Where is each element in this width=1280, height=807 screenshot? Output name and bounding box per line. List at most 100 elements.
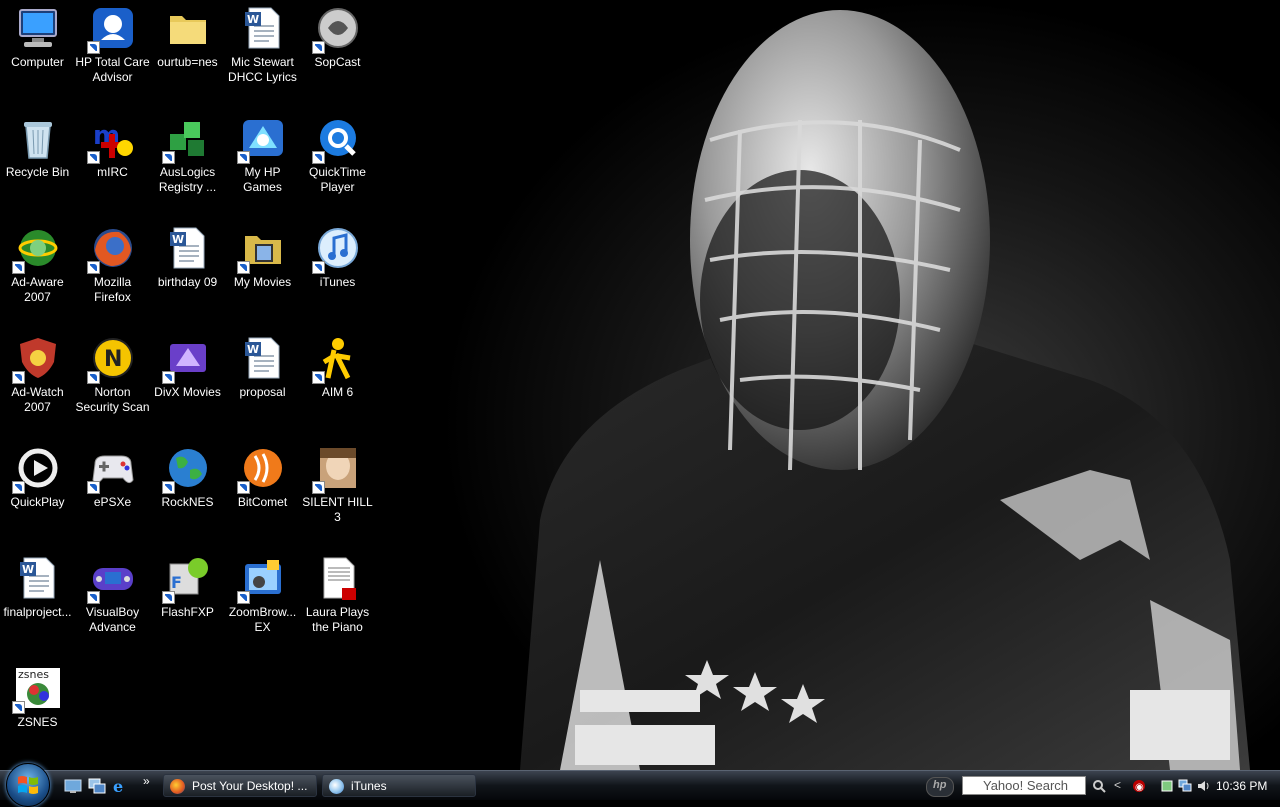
desktop-icon-visualboy-advance[interactable]: VisualBoy Advance <box>75 552 150 635</box>
desktop-icon-quicktime-player[interactable]: QuickTime Player <box>300 112 375 195</box>
yahoo-search-box[interactable]: Yahoo! Search <box>962 776 1086 795</box>
task-label: Post Your Desktop! ... <box>192 779 308 793</box>
shortcut-arrow-icon <box>311 481 325 494</box>
desktop-icon-hp-total-care-advisor[interactable]: HP Total Care Advisor <box>75 2 150 85</box>
shortcut-arrow-icon <box>161 481 175 494</box>
search-icon[interactable] <box>1092 779 1106 793</box>
mirc-icon: m <box>86 114 137 164</box>
desktop-icon-norton-security-scan[interactable]: N Norton Security Scan <box>75 332 150 415</box>
firefox-icon <box>170 779 185 794</box>
task-button-firefox[interactable]: Post Your Desktop! ... <box>163 774 317 797</box>
silent-hill-icon <box>311 444 362 494</box>
zoombrowser-icon <box>236 554 287 604</box>
shortcut-arrow-icon <box>11 481 25 494</box>
desktop-icon-zsnes[interactable]: zsnes ZSNES <box>0 662 75 730</box>
sopcast-icon <box>311 4 362 54</box>
svg-text:e: e <box>113 778 123 794</box>
desktop-icon-label: Ad-Watch 2007 <box>11 385 64 414</box>
desktop-icon-birthday-09[interactable]: Wbirthday 09 <box>150 222 225 290</box>
quick-launch-more-button[interactable]: » <box>143 774 161 790</box>
aim-icon <box>311 334 362 384</box>
shortcut-arrow-icon <box>311 41 325 54</box>
visualboy-icon <box>86 554 137 604</box>
desktop-icon-aim-6[interactable]: AIM 6 <box>300 332 375 400</box>
desktop-icon-divx-movies[interactable]: DivX Movies <box>150 332 225 400</box>
desktop-icon-proposal[interactable]: Wproposal <box>225 332 300 400</box>
shortcut-arrow-icon <box>311 371 325 384</box>
desktop-icon-label: My HP Games <box>243 165 282 194</box>
svg-text:W: W <box>22 563 34 576</box>
tray-expand-icon[interactable]: < <box>1114 778 1128 792</box>
desktop-icon-quickplay[interactable]: QuickPlay <box>0 442 75 510</box>
ad-watch-icon <box>11 334 62 384</box>
quicktime-icon <box>311 114 362 164</box>
desktop-icon-my-hp-games[interactable]: My HP Games <box>225 112 300 195</box>
svg-text:zsnes: zsnes <box>18 668 49 681</box>
svg-text:W: W <box>172 233 184 246</box>
desktop-icon-label: SILENT HILL 3 <box>302 495 373 524</box>
desktop-icon-laura-plays-the-piano[interactable]: Laura Plays the Piano <box>300 552 375 635</box>
desktop-icon-my-movies[interactable]: My Movies <box>225 222 300 290</box>
tray-app-icon[interactable]: ◉ <box>1132 779 1146 793</box>
desktop-icon-silent-hill-3[interactable]: SILENT HILL 3 <box>300 442 375 525</box>
svg-text:N: N <box>104 347 122 372</box>
desktop-icon-label: RockNES <box>161 495 214 509</box>
shortcut-arrow-icon <box>236 261 250 274</box>
show-desktop-icon[interactable] <box>64 778 82 794</box>
internet-explorer-icon[interactable]: e <box>111 777 129 796</box>
hp-logo-icon[interactable]: hp <box>926 777 954 797</box>
desktop-icon-label: Recycle Bin <box>5 165 70 179</box>
quickplay-icon <box>11 444 62 494</box>
desktop-icon-label: FlashFXP <box>161 605 214 619</box>
switch-windows-icon[interactable] <box>88 778 106 794</box>
word-doc-icon: W <box>164 224 212 272</box>
desktop-icon-bitcomet[interactable]: BitComet <box>225 442 300 510</box>
gamepad-icon <box>86 444 137 494</box>
itunes-icon <box>311 224 362 274</box>
desktop-icon-mozilla-firefox[interactable]: Mozilla Firefox <box>75 222 150 305</box>
desktop-icon-auslogics-registry[interactable]: AusLogics Registry ... <box>150 112 225 195</box>
desktop-icon-zoombrow-ex[interactable]: ZoomBrow... EX <box>225 552 300 635</box>
desktop-icon-ad-aware-2007[interactable]: Ad-Aware 2007 <box>0 222 75 305</box>
desktop-icon-label: ePSXe <box>93 495 132 509</box>
desktop-icon-label: Mic Stewart DHCC Lyrics <box>228 55 297 84</box>
desktop-icon-flashfxp[interactable]: F FlashFXP <box>150 552 225 620</box>
desktop-icon-mirc[interactable]: m mIRC <box>75 112 150 180</box>
svg-text:◉: ◉ <box>1135 782 1144 793</box>
shortcut-arrow-icon <box>86 481 100 494</box>
desktop-icon-mic-stewart-dhcc-lyrics[interactable]: W Mic Stewart DHCC Lyrics <box>225 2 300 85</box>
task-label: iTunes <box>351 779 387 793</box>
volume-icon[interactable] <box>1196 779 1210 793</box>
shortcut-arrow-icon <box>11 371 25 384</box>
desktop-icon-itunes[interactable]: iTunes <box>300 222 375 290</box>
shortcut-arrow-icon <box>161 151 175 164</box>
desktop-icon-computer[interactable]: Computer <box>0 2 75 70</box>
desktop-icon-label: Computer <box>11 55 64 69</box>
desktop-icon-epsxe[interactable]: ePSXe <box>75 442 150 510</box>
start-button[interactable] <box>6 763 50 807</box>
desktop-icon-finalproject[interactable]: Wfinalproject... <box>0 552 75 620</box>
ad-aware-icon <box>11 224 62 274</box>
task-button-itunes[interactable]: iTunes <box>322 774 476 797</box>
desktop-icon-label: DivX Movies <box>154 385 221 399</box>
pdf-icon <box>314 554 362 602</box>
shortcut-arrow-icon <box>11 701 25 714</box>
desktop-icon-label: ZoomBrow... EX <box>228 605 297 634</box>
safely-remove-icon[interactable] <box>1160 779 1174 793</box>
desktop-icon-label: SopCast <box>314 55 361 69</box>
desktop-icon-ad-watch-2007[interactable]: Ad-Watch 2007 <box>0 332 75 415</box>
desktop-icon-ourtub-nes[interactable]: ourtub=nes <box>150 2 225 70</box>
desktop-icon-rocknes[interactable]: RockNES <box>150 442 225 510</box>
desktop-icon-label: birthday 09 <box>157 275 218 289</box>
shortcut-arrow-icon <box>86 591 100 604</box>
system-clock[interactable]: 10:36 PM <box>1216 771 1267 801</box>
shortcut-arrow-icon <box>161 371 175 384</box>
desktop-icon-sopcast[interactable]: SopCast <box>300 2 375 70</box>
desktop-icon-label: QuickPlay <box>10 495 65 509</box>
svg-text:F: F <box>171 573 182 592</box>
desktop-icon-recycle-bin[interactable]: Recycle Bin <box>0 112 75 180</box>
firefox-icon <box>86 224 137 274</box>
network-icon[interactable] <box>1178 779 1192 793</box>
shortcut-arrow-icon <box>161 591 175 604</box>
movies-folder-icon <box>236 224 287 274</box>
